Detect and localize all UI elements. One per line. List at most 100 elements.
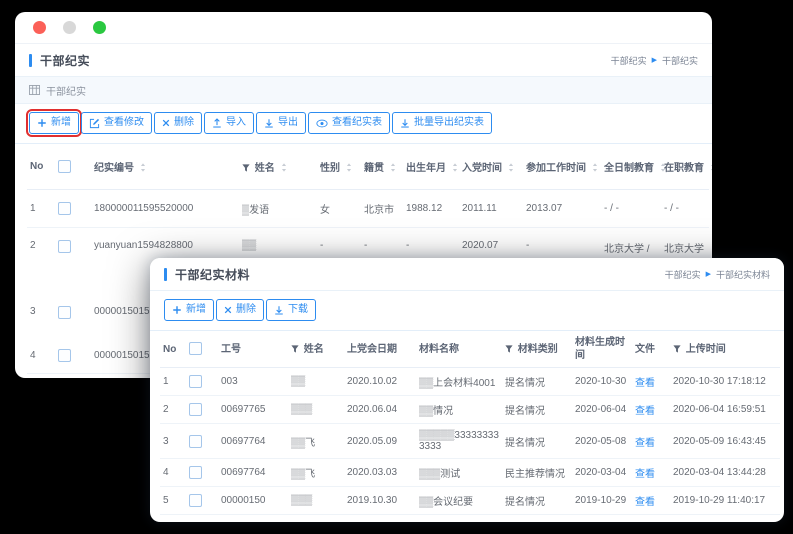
row-checkbox[interactable] xyxy=(58,306,71,319)
column-header[interactable]: 在职教育 xyxy=(661,144,709,190)
generated-date-cell: 2019-10-29 xyxy=(572,515,632,523)
sort-icon[interactable] xyxy=(140,163,146,172)
employee-id-cell: 00697765 xyxy=(218,396,288,424)
toolbar-button[interactable]: 导入 xyxy=(204,112,254,134)
column-header[interactable] xyxy=(55,144,91,190)
column-header[interactable] xyxy=(186,331,218,368)
name-cell: ▒▒飞 xyxy=(288,424,344,459)
row-checkbox[interactable] xyxy=(58,349,71,362)
title-accent-bar xyxy=(164,268,167,281)
row-checkbox[interactable] xyxy=(189,375,202,388)
column-header[interactable]: 参加工作时间 xyxy=(523,144,601,190)
material-category-cell: 提名情况 xyxy=(502,487,572,515)
column-header[interactable]: 全日制教育 xyxy=(601,144,661,190)
column-header[interactable]: 出生年月 xyxy=(403,144,459,190)
column-label: 性别 xyxy=(320,163,340,174)
generated-date-cell: 2020-03-04 xyxy=(572,459,632,487)
sort-icon[interactable] xyxy=(346,163,352,172)
breadcrumb-item: 干部纪实材料 xyxy=(716,268,770,281)
row-index: 3 xyxy=(160,424,186,459)
column-header[interactable]: 纪实编号 xyxy=(91,144,239,190)
table-row: 2 00697765 ▒▒▒ 2020.06.04 ▒▒情况 提名情况 2020… xyxy=(160,396,780,424)
row-checkbox[interactable] xyxy=(58,240,71,253)
row-checkbox[interactable] xyxy=(189,494,202,507)
material-name-cell: ▒▒▒测试 xyxy=(416,459,502,487)
zoom-window-button[interactable] xyxy=(93,21,106,34)
filter-icon[interactable] xyxy=(242,164,250,172)
sort-icon[interactable] xyxy=(390,163,396,172)
toolbar-button[interactable]: 下载 xyxy=(266,299,316,321)
select-all-checkbox[interactable] xyxy=(189,342,202,355)
row-checkbox[interactable] xyxy=(189,466,202,479)
export-icon xyxy=(400,118,410,128)
column-header[interactable]: 上传时间 xyxy=(670,331,780,368)
file-cell: 查看 xyxy=(632,368,670,396)
column-label: No xyxy=(30,161,43,172)
column-header[interactable]: 姓名 xyxy=(239,144,317,190)
sort-icon[interactable] xyxy=(710,163,712,172)
sort-icon[interactable] xyxy=(508,163,514,172)
onjob-education-cell: - / - xyxy=(661,190,709,228)
file-cell: 查看 xyxy=(632,396,670,424)
column-label: 文件 xyxy=(635,344,655,355)
column-header[interactable]: 上党会日期 xyxy=(344,331,416,368)
select-all-checkbox[interactable] xyxy=(58,160,71,173)
page-title: 干部纪实材料 xyxy=(175,266,250,283)
toolbar-button[interactable]: 查看修改 xyxy=(81,112,152,134)
row-checkbox[interactable] xyxy=(189,403,202,416)
column-header[interactable]: 材料类别 xyxy=(502,331,572,368)
employee-id-cell: 00697764 xyxy=(218,459,288,487)
table-row: 5 00000150 ▒▒▒ 2019.10.30 ▒▒会议纪要 提名情况 20… xyxy=(160,487,780,515)
view-file-link[interactable]: 查看 xyxy=(635,497,655,508)
column-header[interactable]: 性别 xyxy=(317,144,361,190)
column-header[interactable]: 姓名 xyxy=(288,331,344,368)
minimize-window-button[interactable] xyxy=(63,21,76,34)
row-checkbox[interactable] xyxy=(189,435,202,448)
tab-bar: 干部纪实 xyxy=(15,77,712,104)
column-header[interactable]: No xyxy=(160,331,186,368)
breadcrumb: 干部纪实 ▶ 干部纪实材料 xyxy=(665,268,770,281)
checkbox-cell xyxy=(186,396,218,424)
filter-icon[interactable] xyxy=(505,345,513,353)
column-header[interactable]: 材料生成时间 xyxy=(572,331,632,368)
view-file-link[interactable]: 查看 xyxy=(635,469,655,480)
column-header[interactable]: 材料名称 xyxy=(416,331,502,368)
native-place-cell: 北京市 xyxy=(361,190,403,228)
breadcrumb-item[interactable]: 干部纪实 xyxy=(611,54,647,67)
column-header[interactable]: 籍贯 xyxy=(361,144,403,190)
filter-icon[interactable] xyxy=(673,345,681,353)
filter-icon[interactable] xyxy=(291,345,299,353)
toolbar-button-label: 查看纪实表 xyxy=(332,117,382,129)
close-window-button[interactable] xyxy=(33,21,46,34)
toolbar-button[interactable]: 新增 xyxy=(29,112,79,134)
sort-icon[interactable] xyxy=(281,163,287,172)
breadcrumb-item[interactable]: 干部纪实 xyxy=(665,268,701,281)
toolbar-button[interactable]: 删除 xyxy=(154,112,202,134)
toolbar-button[interactable]: 导出 xyxy=(256,112,306,134)
column-header[interactable]: 文件 xyxy=(632,331,670,368)
column-header[interactable]: 入党时间 xyxy=(459,144,523,190)
plus-icon xyxy=(172,305,182,315)
tab-label[interactable]: 干部纪实 xyxy=(46,83,86,98)
toolbar-button[interactable]: 批量导出纪实表 xyxy=(392,112,492,134)
view-file-link[interactable]: 查看 xyxy=(635,438,655,449)
party-date-cell: 2011.11 xyxy=(459,190,523,228)
breadcrumb-item: 干部纪实 xyxy=(662,54,698,67)
toolbar-button[interactable]: 查看纪实表 xyxy=(308,112,390,134)
toolbar-button[interactable]: 删除 xyxy=(216,299,264,321)
close-icon xyxy=(224,306,232,314)
view-file-link[interactable]: 查看 xyxy=(635,378,655,389)
view-file-link[interactable]: 查看 xyxy=(635,406,655,417)
sort-icon[interactable] xyxy=(592,163,598,172)
column-header[interactable]: No xyxy=(27,144,55,190)
row-checkbox[interactable] xyxy=(58,202,71,215)
column-header[interactable]: 工号 xyxy=(218,331,288,368)
toolbar-button[interactable]: 新增 xyxy=(164,299,214,321)
sort-icon[interactable] xyxy=(452,163,458,172)
meeting-date-cell: 2020.03.03 xyxy=(344,459,416,487)
close-icon xyxy=(162,119,170,127)
checkbox-cell xyxy=(55,190,91,228)
gender-cell: 女 xyxy=(317,190,361,228)
toolbar-button-label: 新增 xyxy=(51,117,71,129)
table-header-row: No 纪实编号 xyxy=(27,144,709,190)
